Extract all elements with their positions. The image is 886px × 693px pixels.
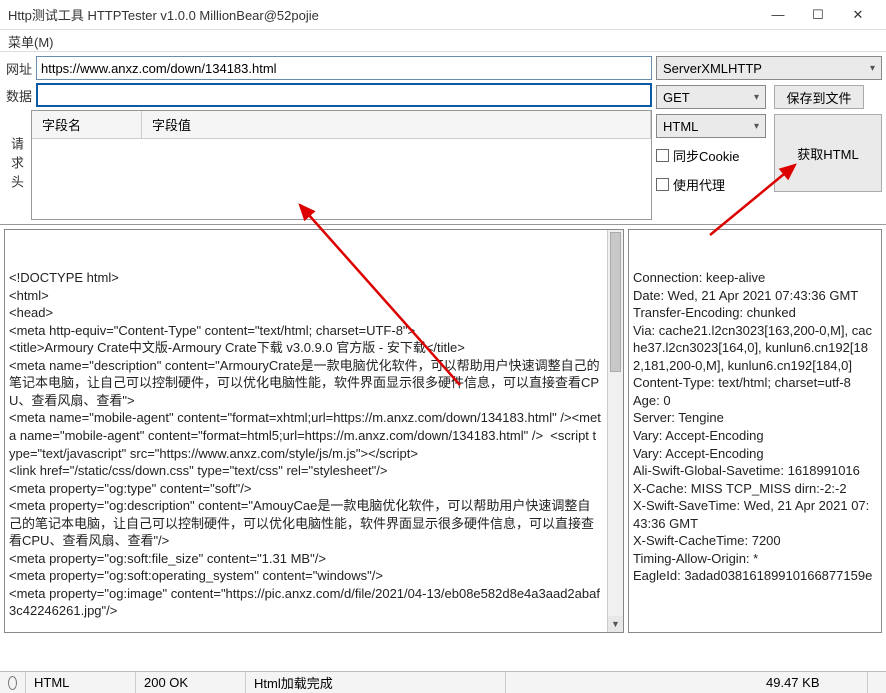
status-bar: HTML 200 OK Html加载完成 49.47 KB	[0, 671, 886, 693]
resize-grip[interactable]	[868, 672, 886, 693]
use-proxy-checkbox[interactable]: 使用代理	[656, 173, 766, 196]
checkbox-icon	[656, 149, 669, 162]
sync-cookie-checkbox[interactable]: 同步Cookie	[656, 144, 766, 167]
headers-label: 请求头	[4, 110, 29, 220]
header-col-name: 字段名	[32, 111, 142, 138]
right-column: ServerXMLHTTP ▾ GET ▾ 保存到文件 HTML ▾ 同步Coo…	[656, 56, 882, 220]
close-button[interactable]: ✕	[838, 1, 878, 29]
menu-bar: 菜单(M)	[0, 30, 886, 52]
minimize-button[interactable]: —	[758, 1, 798, 29]
engine-select[interactable]: ServerXMLHTTP ▾	[656, 56, 882, 80]
format-value: HTML	[663, 119, 698, 134]
scrollbar[interactable]: ▼	[607, 230, 623, 632]
response-panel: <!DOCTYPE html> <html> <head> <meta http…	[0, 225, 886, 637]
response-body-text: <!DOCTYPE html> <html> <head> <meta http…	[9, 269, 617, 620]
response-body-box[interactable]: <!DOCTYPE html> <html> <head> <meta http…	[4, 229, 624, 633]
chevron-down-icon: ▾	[870, 63, 875, 74]
header-col-value: 字段值	[142, 111, 651, 138]
headers-table-head: 字段名 字段值	[32, 111, 651, 139]
method-select[interactable]: GET ▾	[656, 85, 766, 109]
scroll-down-icon[interactable]: ▼	[608, 616, 623, 632]
url-label: 网址	[4, 59, 34, 78]
maximize-button[interactable]: ☐	[798, 1, 838, 29]
headers-table[interactable]: 字段名 字段值	[31, 110, 652, 220]
response-headers-box[interactable]: Connection: keep-alive Date: Wed, 21 Apr…	[628, 229, 882, 633]
method-value: GET	[663, 90, 690, 105]
url-input[interactable]	[36, 56, 652, 80]
chevron-down-icon: ▾	[754, 92, 759, 103]
menu-item-menu[interactable]: 菜单(M)	[8, 35, 54, 50]
data-input[interactable]	[36, 83, 652, 107]
window-title: Http测试工具 HTTPTester v1.0.0 MillionBear@5…	[8, 5, 758, 24]
engine-value: ServerXMLHTTP	[663, 61, 762, 76]
status-icon	[0, 672, 26, 693]
left-column: 网址 数据 请求头 字段名 字段值	[4, 56, 652, 220]
config-panel: 网址 数据 请求头 字段名 字段值 ServerXMLHTTP ▾ GET ▾	[0, 52, 886, 225]
checkbox-icon	[656, 178, 669, 191]
response-headers-text: Connection: keep-alive Date: Wed, 21 Apr…	[633, 269, 875, 585]
status-message: Html加载完成	[246, 672, 506, 693]
format-select[interactable]: HTML ▾	[656, 114, 766, 138]
fetch-html-button[interactable]: 获取HTML	[774, 114, 882, 192]
globe-icon	[8, 676, 17, 690]
status-size: 49.47 KB	[758, 672, 868, 693]
data-label: 数据	[4, 86, 34, 105]
status-format: HTML	[26, 672, 136, 693]
scroll-thumb[interactable]	[610, 232, 621, 372]
title-bar: Http测试工具 HTTPTester v1.0.0 MillionBear@5…	[0, 0, 886, 30]
status-code: 200 OK	[136, 672, 246, 693]
chevron-down-icon: ▾	[754, 121, 759, 132]
save-to-file-button[interactable]: 保存到文件	[774, 85, 864, 109]
